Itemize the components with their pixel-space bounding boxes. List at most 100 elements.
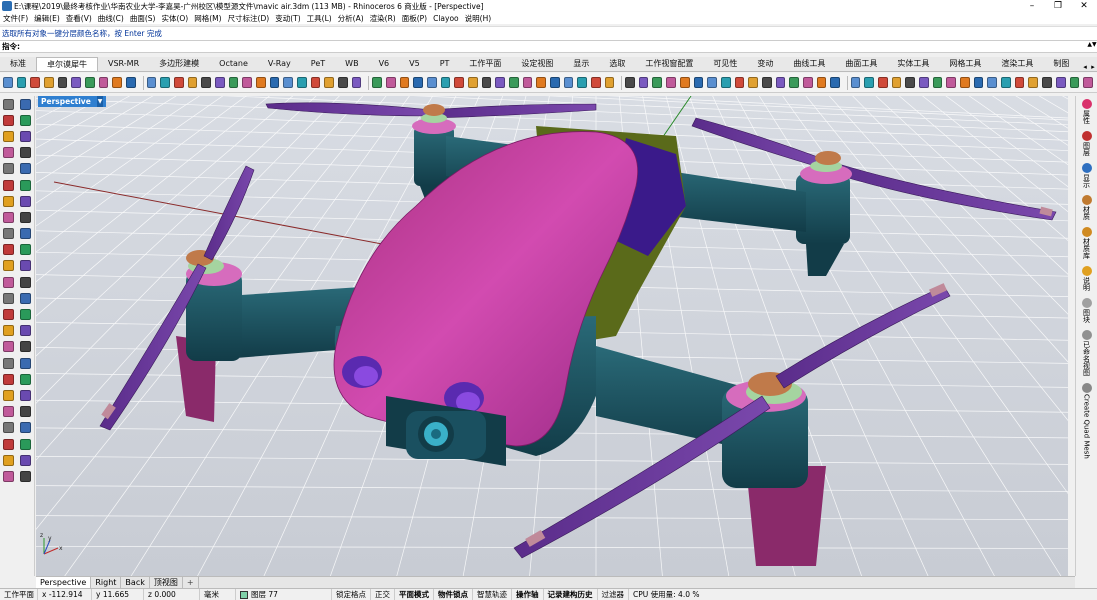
toolbar-tool-icon[interactable] <box>864 77 875 88</box>
menu-mesh[interactable]: 网格(M) <box>194 13 221 24</box>
toolbar-tool-icon[interactable] <box>98 77 109 88</box>
toolbar-tool-icon[interactable] <box>604 77 615 88</box>
tab-solid-tools[interactable]: 实体工具 <box>887 57 939 71</box>
left-tool-icon[interactable] <box>3 228 14 240</box>
toolbar-tool-icon[interactable] <box>187 77 198 88</box>
toolbar-tool-icon[interactable] <box>563 77 574 88</box>
panel-tab-3[interactable]: 材质 <box>1076 192 1097 220</box>
tab-curve-tools[interactable]: 曲线工具 <box>783 57 835 71</box>
toolbar-tool-icon[interactable] <box>932 77 943 88</box>
left-tool-icon[interactable] <box>3 98 14 110</box>
toolbar-tool-icon[interactable] <box>549 77 560 88</box>
restore-button[interactable]: ❐ <box>1045 0 1071 12</box>
tab-zhuoer[interactable]: 卓尔谟犀牛 <box>36 57 98 71</box>
panel-tab-4[interactable]: 材质库 <box>1076 224 1097 259</box>
toolbar-tool-icon[interactable] <box>112 77 123 88</box>
toolbar-tool-icon[interactable] <box>508 77 519 88</box>
left-tool-icon[interactable] <box>20 211 31 223</box>
toolbar-tool-icon[interactable] <box>1001 77 1011 88</box>
left-tool-icon[interactable] <box>20 309 31 321</box>
tab-display[interactable]: 显示 <box>563 57 599 71</box>
left-tool-icon[interactable] <box>3 325 14 337</box>
minimize-button[interactable]: – <box>1019 0 1045 12</box>
toggle-planar[interactable]: 平面模式 <box>395 589 434 600</box>
toolbar-tool-icon[interactable] <box>679 77 690 88</box>
left-tool-icon[interactable] <box>20 228 31 240</box>
toolbar-tool-icon[interactable] <box>242 77 252 88</box>
left-tool-icon[interactable] <box>3 373 14 385</box>
toolbar-tool-icon[interactable] <box>201 77 211 88</box>
toolbar-tool-icon[interactable] <box>440 77 451 88</box>
toolbar-tool-icon[interactable] <box>775 77 786 88</box>
left-tool-icon[interactable] <box>20 147 31 159</box>
left-tool-icon[interactable] <box>3 130 14 142</box>
toolbar-tool-icon[interactable] <box>1014 77 1025 88</box>
toolbar-tool-icon[interactable] <box>310 77 321 88</box>
toolbar-tool-icon[interactable] <box>973 77 984 88</box>
menu-tools[interactable]: 工具(L) <box>307 13 332 24</box>
panel-tab-0[interactable]: 属性 <box>1076 96 1097 124</box>
tab-polygon-modeling[interactable]: 多边形建模 <box>149 57 209 71</box>
menu-render[interactable]: 渲染(R) <box>370 13 396 24</box>
left-tool-icon[interactable] <box>20 244 31 256</box>
left-tool-icon[interactable] <box>3 163 14 175</box>
panel-tab-2[interactable]: 显示 <box>1076 160 1097 188</box>
menu-transform[interactable]: 变动(T) <box>275 13 300 24</box>
tab-select[interactable]: 选取 <box>599 57 635 71</box>
toolbar-tool-icon[interactable] <box>399 77 410 88</box>
panel-tab-6[interactable]: 图块 <box>1076 295 1097 323</box>
left-tool-icon[interactable] <box>20 114 31 126</box>
left-tool-icon[interactable] <box>20 438 31 450</box>
toolbar-tool-icon[interactable] <box>454 77 464 88</box>
left-tool-icon[interactable] <box>20 98 31 110</box>
menu-analyze[interactable]: 分析(A) <box>338 13 364 24</box>
menu-solid[interactable]: 实体(O) <box>161 13 188 24</box>
left-tool-icon[interactable] <box>3 454 14 466</box>
toolbar-tool-icon[interactable] <box>413 77 423 88</box>
left-tool-icon[interactable] <box>3 114 14 126</box>
tab-set-view[interactable]: 设定视图 <box>511 57 563 71</box>
toolbar-tool-icon[interactable] <box>960 77 970 88</box>
left-tool-icon[interactable] <box>3 195 14 207</box>
add-viewport-tab-button[interactable]: + <box>183 577 199 588</box>
left-tool-icon[interactable] <box>3 147 14 159</box>
left-tool-icon[interactable] <box>3 389 14 401</box>
toolbar-tool-icon[interactable] <box>734 77 745 88</box>
toolbar-tool-icon[interactable] <box>816 77 827 88</box>
toolbar-tool-icon[interactable] <box>789 77 799 88</box>
left-tool-icon[interactable] <box>20 406 31 418</box>
toolbar-tool-icon[interactable] <box>16 77 27 88</box>
toolbar-tool-icon[interactable] <box>481 77 492 88</box>
toolbar-tool-icon[interactable] <box>1042 77 1052 88</box>
toolbar-tool-icon[interactable] <box>720 77 731 88</box>
left-tool-icon[interactable] <box>20 260 31 272</box>
left-tool-icon[interactable] <box>20 454 31 466</box>
toolbar-tool-icon[interactable] <box>228 77 239 88</box>
toolbar-tool-icon[interactable] <box>830 77 840 88</box>
toolbar-tool-icon[interactable] <box>71 77 82 88</box>
toolbar-tool-icon[interactable] <box>269 77 280 88</box>
left-tool-icon[interactable] <box>20 389 31 401</box>
left-tool-icon[interactable] <box>20 163 31 175</box>
left-tool-icon[interactable] <box>3 276 14 288</box>
panel-tab-8[interactable]: Create Quad Mesh <box>1076 380 1097 459</box>
toolbar-tool-icon[interactable] <box>625 77 635 88</box>
left-tool-icon[interactable] <box>3 179 14 191</box>
left-tool-icon[interactable] <box>20 292 31 304</box>
toolbar-tool-icon[interactable] <box>146 77 157 88</box>
toolbar-tool-icon[interactable] <box>652 77 663 88</box>
tab-mesh-tools[interactable]: 网格工具 <box>939 57 991 71</box>
menu-edit[interactable]: 编辑(E) <box>34 13 60 24</box>
left-tool-icon[interactable] <box>3 470 14 482</box>
left-tool-icon[interactable] <box>20 341 31 353</box>
tab-drafting[interactable]: 制图 <box>1043 57 1079 71</box>
viewport-dropdown-icon[interactable]: ▼ <box>96 96 104 107</box>
toolbar-tool-icon[interactable] <box>1069 77 1080 88</box>
viewport-tab-perspective[interactable]: Perspective <box>36 577 92 588</box>
tab-render-tools[interactable]: 渲染工具 <box>991 57 1043 71</box>
tab-wb[interactable]: WB <box>335 57 368 71</box>
toggle-gumball[interactable]: 操作轴 <box>512 589 544 600</box>
command-input[interactable] <box>22 41 1087 52</box>
left-tool-icon[interactable] <box>3 341 14 353</box>
left-tool-icon[interactable] <box>20 195 31 207</box>
